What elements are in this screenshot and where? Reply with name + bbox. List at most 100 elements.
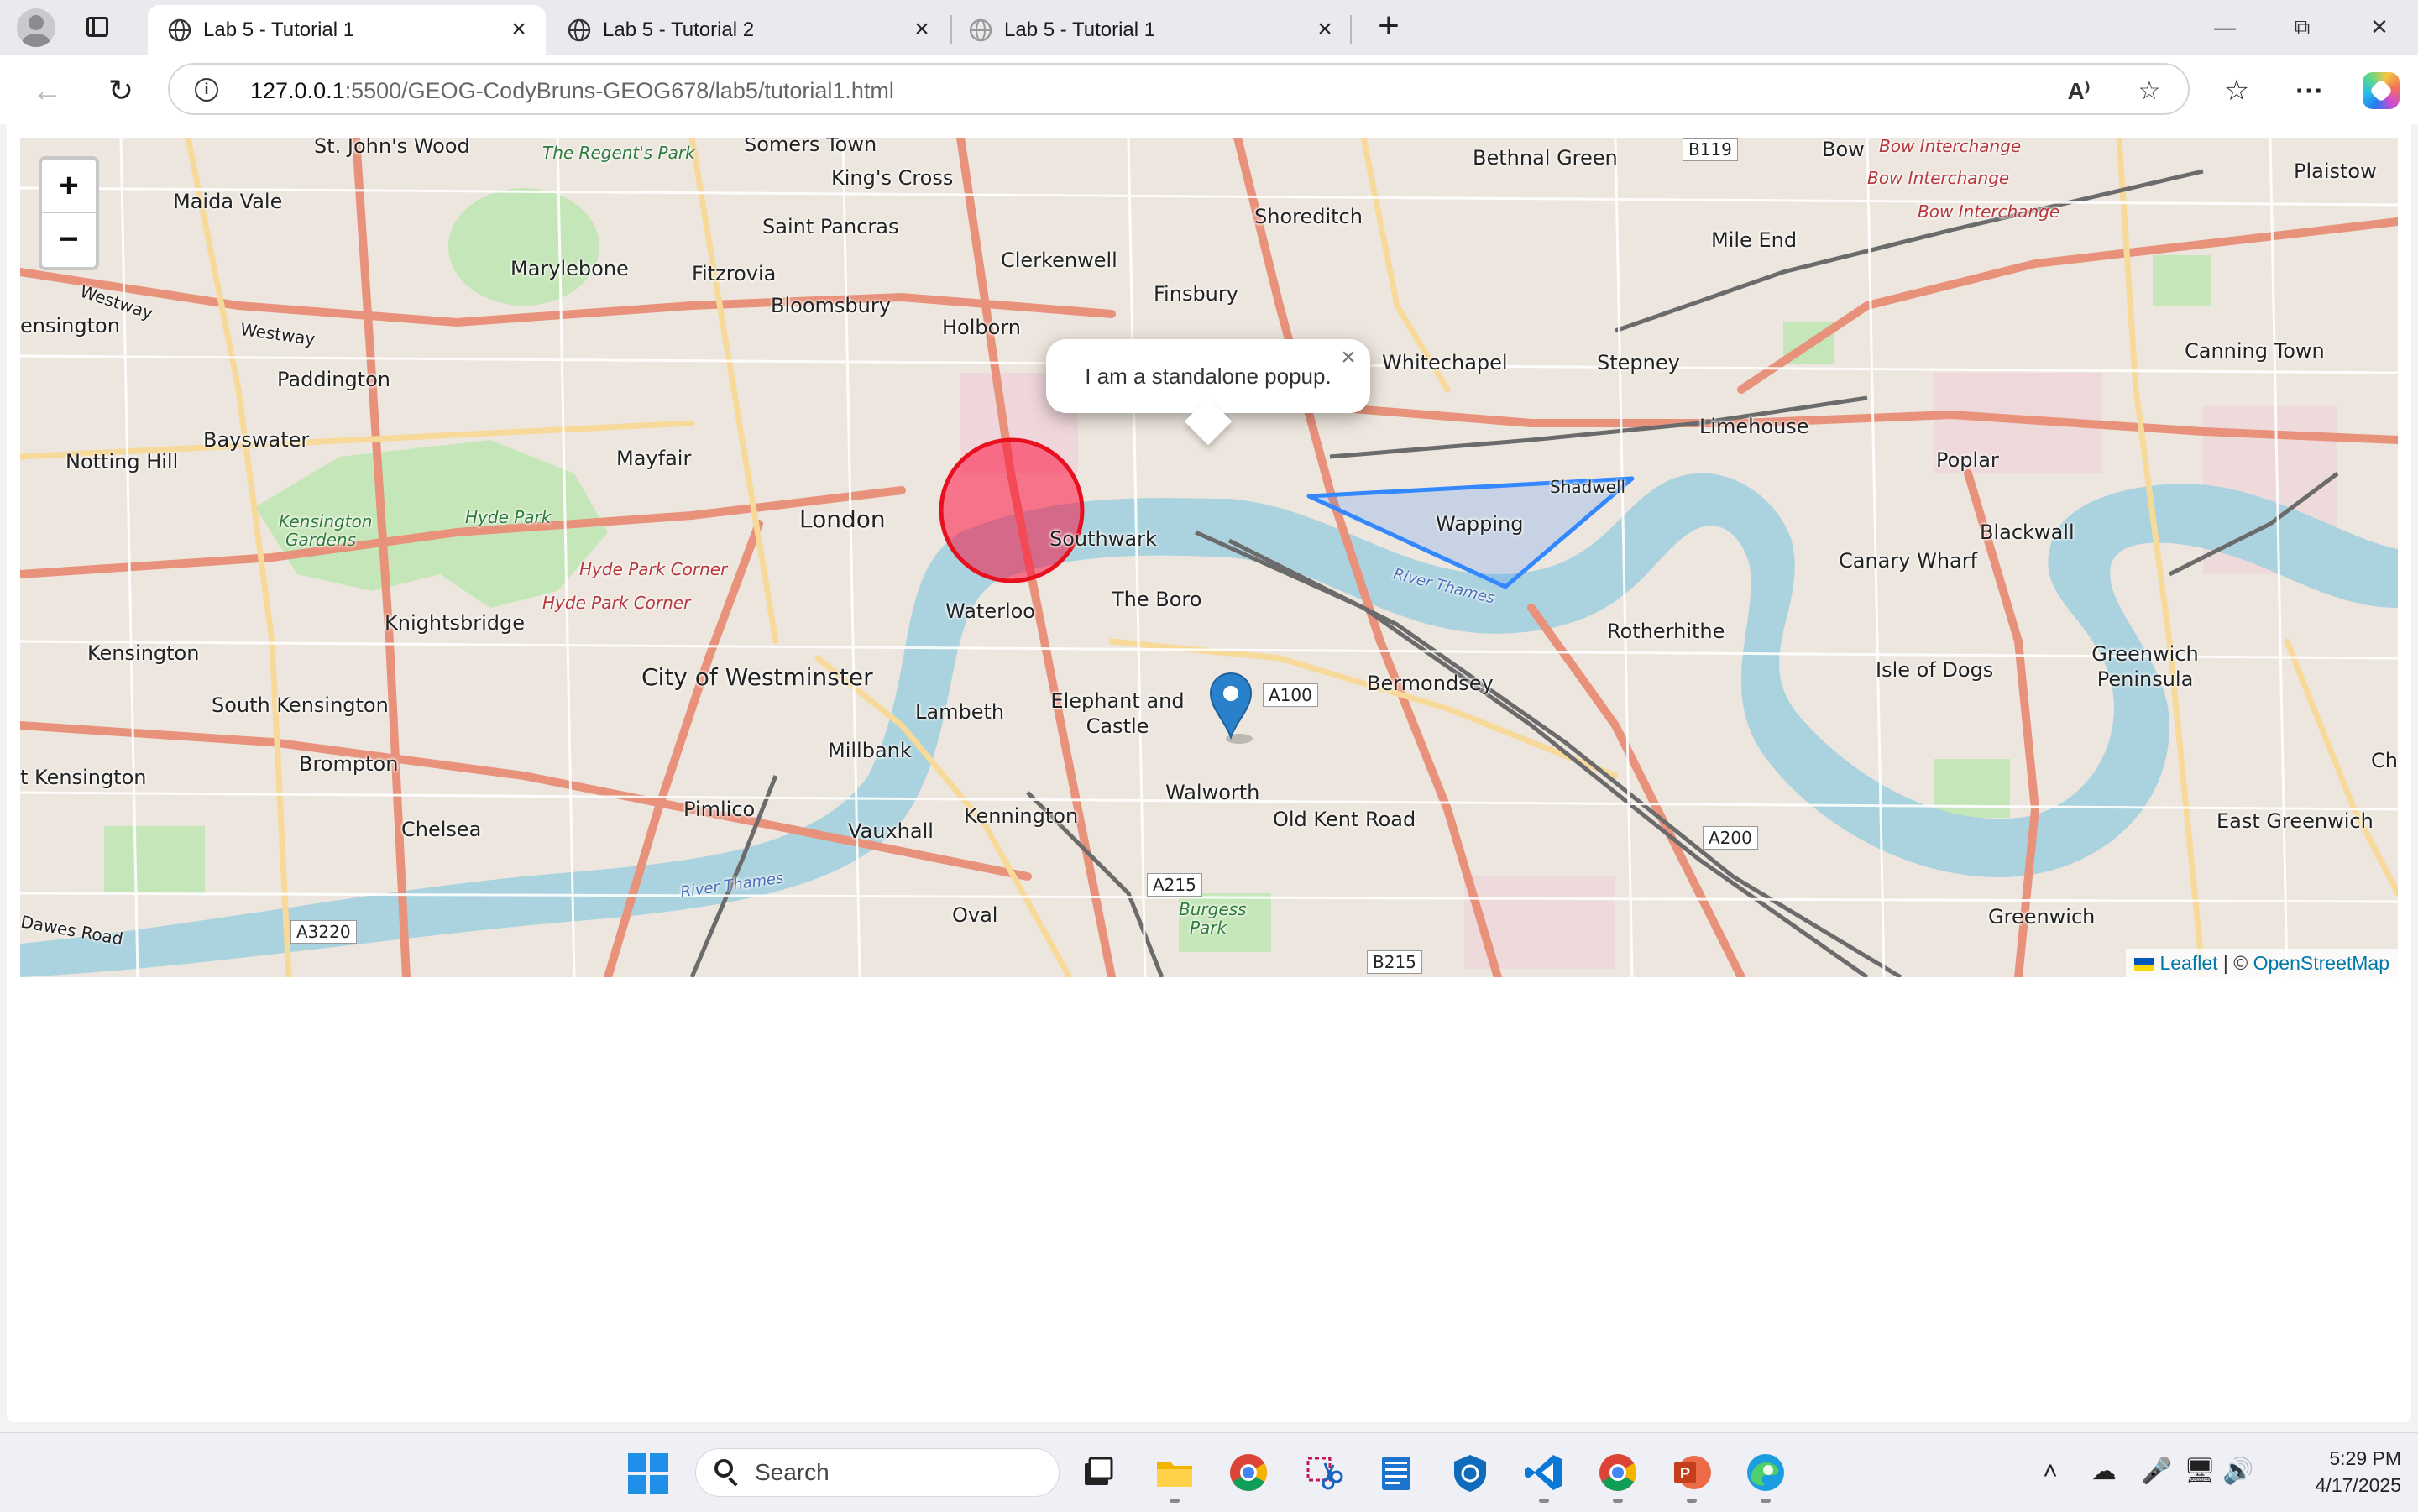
map-label: Kennington	[964, 804, 1079, 828]
map-label: Blackwall	[1980, 521, 2075, 544]
navigation-bar: ← ↻ i 127.0.0.1:5500/GEOG-CodyBruns-GEOG…	[0, 55, 2418, 124]
chrome-icon[interactable]	[1226, 1450, 1271, 1495]
map-label: Southwark	[1049, 527, 1157, 551]
road-shield: B119	[1683, 138, 1738, 161]
taskbar-search[interactable]: Search	[695, 1448, 1060, 1497]
windows-start-icon[interactable]	[628, 1453, 668, 1494]
tab-close-icon[interactable]: ×	[1311, 17, 1338, 44]
leaflet-link[interactable]: Leaflet	[2159, 952, 2217, 974]
running-indicator	[1613, 1499, 1623, 1503]
map-label: t Kensington	[20, 766, 147, 789]
map-label: Poplar	[1936, 448, 1999, 472]
volume-icon[interactable]: 🔊	[2222, 1455, 2255, 1488]
map-label: Bow Interchange	[1918, 201, 2060, 222]
road-shield: A200	[1703, 826, 1758, 850]
map-label: Mile End	[1711, 228, 1798, 252]
favorite-star-icon[interactable]: ☆	[2134, 76, 2164, 107]
map-label: Stepney	[1597, 351, 1680, 374]
zoom-out-button[interactable]: −	[42, 213, 96, 267]
window-close-icon[interactable]: ✕	[2354, 10, 2405, 44]
map-label: Hyde Park Corner	[542, 593, 691, 613]
profile-avatar-icon[interactable]	[17, 8, 55, 47]
map-label: Plaistow	[2294, 160, 2377, 183]
map-tiles	[20, 138, 2398, 977]
map-label: Paddington	[277, 368, 390, 391]
edge-icon[interactable]	[1743, 1450, 1788, 1495]
taskbar-clock[interactable]: 5:29 PM 4/17/2025	[2284, 1445, 2401, 1499]
defender-icon[interactable]	[1447, 1450, 1493, 1495]
restore-icon[interactable]: ⧉	[2277, 10, 2327, 44]
map-label: Bethnal Green	[1473, 146, 1618, 170]
map-label: Vauxhall	[848, 819, 934, 843]
new-tab-icon[interactable]: +	[1372, 8, 1405, 44]
microphone-icon[interactable]: 🎤	[2141, 1455, 2172, 1488]
address-bar[interactable]: i 127.0.0.1:5500/GEOG-CodyBruns-GEOG678/…	[168, 63, 2190, 115]
map-label: East Greenwich	[2216, 809, 2374, 833]
tab-separator	[1350, 15, 1352, 44]
map-label: Whitechapel	[1382, 351, 1508, 374]
network-icon[interactable]: 🖥	[2183, 1455, 2216, 1488]
copilot-icon[interactable]	[2363, 72, 2400, 109]
tab-lab5-tutorial1[interactable]: Lab 5 - Tutorial 1 ×	[148, 5, 546, 55]
tab-close-icon[interactable]: ×	[908, 17, 935, 44]
leaflet-map[interactable]: St. John's Wood The Regent's Park Somers…	[20, 138, 2398, 977]
snipping-tool-icon[interactable]	[1300, 1450, 1345, 1495]
map-attribution: Leaflet | © OpenStreetMap	[2126, 949, 2398, 977]
map-label: ensington	[20, 314, 120, 337]
map-label: Notting Hill	[65, 450, 179, 473]
refresh-icon[interactable]: ↻	[101, 71, 141, 111]
site-info-icon[interactable]: i	[195, 78, 218, 102]
map-label: Canary Wharf	[1839, 549, 1978, 573]
read-aloud-icon[interactable]: A⁾	[2064, 76, 2094, 107]
map-label: Brompton	[299, 752, 399, 776]
popup-close-icon[interactable]: ×	[1337, 345, 1360, 370]
task-view-icon[interactable]	[1075, 1450, 1120, 1495]
tab-actions-icon[interactable]	[84, 13, 113, 42]
favorites-list-icon[interactable]: ☆	[2218, 72, 2255, 109]
tab-lab5-tutorial1-duplicate[interactable]: Lab 5 - Tutorial 1 ×	[949, 5, 1352, 55]
map-label: Isle of Dogs	[1876, 658, 1994, 682]
more-options-icon[interactable]: ⋯	[2290, 72, 2327, 109]
road-shield: B215	[1367, 950, 1422, 974]
zoom-in-button[interactable]: +	[42, 160, 96, 213]
tab-close-icon[interactable]: ×	[505, 17, 532, 44]
map-label: Greenwich	[1988, 905, 2096, 929]
openstreetmap-link[interactable]: OpenStreetMap	[2253, 952, 2389, 974]
map-label: Bermondsey	[1367, 672, 1494, 695]
notepad-icon[interactable]	[1374, 1450, 1419, 1495]
globe-icon	[969, 18, 992, 42]
map-label: The Regent's Park	[542, 143, 695, 163]
road-shield: A100	[1263, 683, 1318, 707]
standalone-popup: I am a standalone popup. ×	[1046, 339, 1370, 446]
show-hidden-icons-icon[interactable]: ˄	[2035, 1455, 2065, 1488]
file-explorer-icon[interactable]	[1152, 1450, 1197, 1495]
map-label: King's Cross	[831, 166, 954, 190]
zoom-control: + −	[39, 156, 99, 270]
map-label: Bloomsbury	[771, 294, 891, 317]
minimize-icon[interactable]: —	[2200, 10, 2250, 44]
url-text[interactable]: 127.0.0.1:5500/GEOG-CodyBruns-GEOG678/la…	[250, 76, 894, 105]
popup-text: I am a standalone popup.	[1085, 364, 1332, 389]
map-label: Chelsea	[401, 818, 482, 841]
map-label: Bow	[1822, 138, 1865, 161]
globe-icon	[568, 18, 591, 42]
tab-title: Lab 5 - Tutorial 1	[203, 18, 355, 41]
map-label: Marylebone	[510, 257, 629, 280]
map-label: Greenwich Peninsula	[2091, 642, 2199, 691]
running-indicator	[1170, 1499, 1180, 1503]
powerpoint-icon[interactable]: P	[1669, 1450, 1714, 1495]
circle-overlay	[939, 437, 1085, 583]
map-label: St. John's Wood	[314, 138, 470, 158]
url-host: 127.0.0.1	[250, 78, 345, 103]
page-content: St. John's Wood The Regent's Park Somers…	[7, 124, 2411, 1422]
tab-lab5-tutorial2[interactable]: Lab 5 - Tutorial 2 ×	[547, 5, 949, 55]
vscode-icon[interactable]	[1521, 1450, 1567, 1495]
attribution-separator: | ©	[2217, 952, 2253, 974]
back-icon[interactable]: ←	[27, 71, 67, 111]
chrome-icon[interactable]	[1595, 1450, 1641, 1495]
map-label: Fitzrovia	[692, 262, 777, 285]
running-indicator	[1761, 1499, 1771, 1503]
map-label: Hyde Park	[465, 507, 552, 527]
map-label: Old Kent Road	[1273, 808, 1416, 831]
onedrive-icon[interactable]: ☁	[2087, 1455, 2121, 1488]
